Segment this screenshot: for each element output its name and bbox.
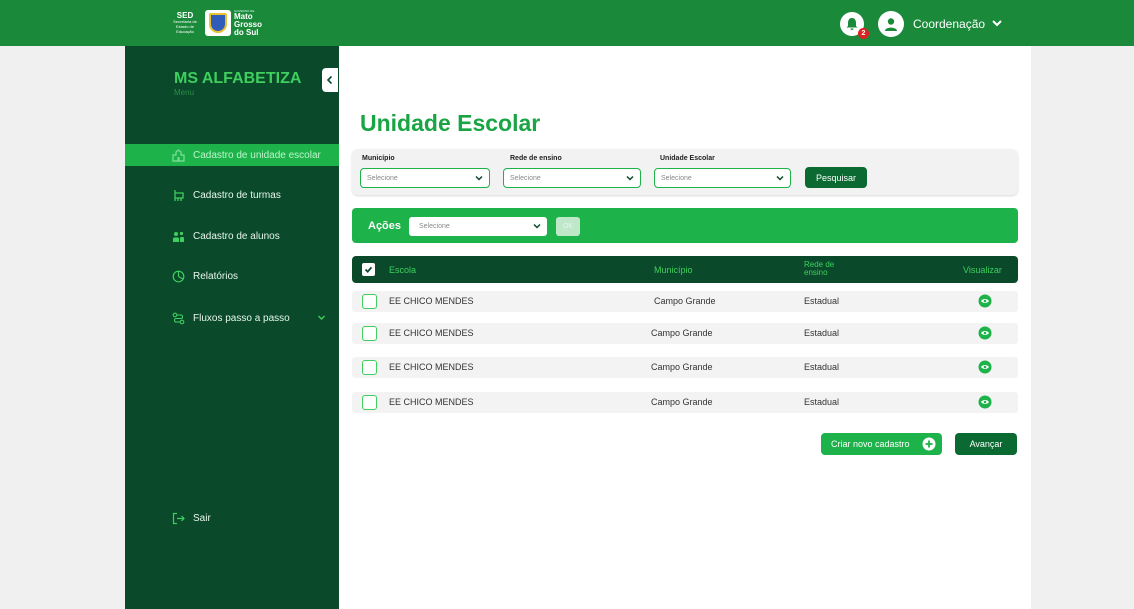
view-eye-icon[interactable] bbox=[978, 360, 992, 379]
government-logo[interactable]: SED Secretaria de Estado de Educação GOV… bbox=[168, 8, 278, 38]
cell-rede: Estadual bbox=[804, 397, 840, 407]
sidebar-item-label: Relatórios bbox=[193, 270, 239, 282]
ok-button[interactable]: OK bbox=[556, 217, 580, 236]
user-name[interactable]: Coordenação bbox=[913, 17, 985, 31]
sidebar-item-sair[interactable]: Sair bbox=[125, 507, 339, 529]
cell-municipio: Campo Grande bbox=[651, 397, 713, 407]
crest-icon bbox=[205, 10, 231, 36]
sidebar: MS ALFABETIZA Menu Cadastro de unidade e… bbox=[125, 46, 339, 609]
column-header-rede-line2: ensino bbox=[804, 268, 828, 277]
advance-button[interactable]: Avançar bbox=[955, 433, 1017, 455]
rede-label: Rede de ensino bbox=[510, 155, 562, 162]
actions-select[interactable]: Selecione bbox=[409, 217, 547, 236]
cell-rede: Estadual bbox=[804, 296, 840, 306]
create-new-label: Criar novo cadastro bbox=[831, 439, 910, 449]
table-row[interactable]: EE CHICO MENDES Campo Grande Estadual bbox=[352, 357, 1018, 378]
rede-select-value: Selecione bbox=[510, 174, 541, 182]
view-eye-icon[interactable] bbox=[978, 294, 992, 313]
ms-logo-text: Mato Grosso do Sul bbox=[234, 12, 263, 37]
sidebar-item-cadastro-alunos[interactable]: Cadastro de alunos bbox=[125, 225, 339, 247]
cell-municipio: Campo Grande bbox=[651, 328, 713, 338]
brand-subtitle: Menu bbox=[174, 88, 195, 97]
collapse-sidebar-button[interactable] bbox=[322, 68, 338, 92]
actions-label: Ações bbox=[368, 220, 402, 232]
flow-icon bbox=[171, 311, 185, 325]
students-icon bbox=[171, 229, 185, 243]
select-all-checkbox[interactable] bbox=[362, 263, 375, 276]
cell-escola: EE CHICO MENDES bbox=[389, 362, 474, 372]
chevron-down-icon bbox=[776, 174, 784, 184]
sed-logo: SED Secretaria de Estado de Educação bbox=[168, 11, 202, 35]
ms-logo: GOVERNO DE Mato Grosso do Sul bbox=[234, 9, 272, 37]
sidebar-item-label: Cadastro de unidade escolar bbox=[193, 149, 321, 161]
table-row[interactable]: EE CHICO MENDES Campo Grande Estadual bbox=[352, 291, 1018, 312]
column-header-rede: Rede de ensino bbox=[804, 261, 834, 277]
sed-logo-subtext: Secretaria de Estado de Educação bbox=[173, 19, 197, 34]
report-icon bbox=[171, 269, 185, 283]
cell-municipio: Campo Grande bbox=[651, 362, 713, 372]
actions-select-value: Selecione bbox=[419, 223, 450, 230]
sidebar-item-label: Cadastro de turmas bbox=[193, 189, 281, 201]
cell-escola: EE CHICO MENDES bbox=[389, 296, 474, 306]
view-eye-icon[interactable] bbox=[978, 326, 992, 345]
column-header-escola: Escola bbox=[389, 265, 417, 275]
sidebar-item-relatorios[interactable]: Relatórios bbox=[125, 265, 339, 287]
plus-circle-icon bbox=[922, 437, 936, 453]
cell-escola: EE CHICO MENDES bbox=[389, 328, 474, 338]
unidade-select[interactable]: Selecione bbox=[654, 168, 791, 188]
notification-count-badge: 2 bbox=[858, 28, 869, 39]
sidebar-item-fluxos[interactable]: Fluxos passo a passo bbox=[125, 307, 339, 329]
view-eye-icon[interactable] bbox=[978, 395, 992, 414]
municipio-label: Município bbox=[362, 155, 395, 162]
cell-rede: Estadual bbox=[804, 362, 840, 372]
create-new-button[interactable]: Criar novo cadastro bbox=[821, 433, 942, 455]
row-checkbox[interactable] bbox=[362, 395, 377, 410]
row-checkbox[interactable] bbox=[362, 360, 377, 375]
column-header-municipio: Município bbox=[654, 265, 693, 275]
chevron-down-icon bbox=[475, 174, 483, 184]
rede-select[interactable]: Selecione bbox=[503, 168, 641, 188]
brand-title: MS ALFABETIZA bbox=[174, 70, 302, 87]
school-icon bbox=[171, 148, 185, 162]
unidade-select-value: Selecione bbox=[661, 174, 692, 182]
sed-logo-text: SED bbox=[176, 11, 194, 20]
row-checkbox[interactable] bbox=[362, 294, 377, 309]
sidebar-item-label: Cadastro de alunos bbox=[193, 230, 280, 242]
chevron-down-icon[interactable] bbox=[317, 313, 326, 325]
table-row[interactable]: EE CHICO MENDES Campo Grande Estadual bbox=[352, 323, 1018, 344]
chevron-down-icon[interactable] bbox=[991, 16, 1003, 34]
municipio-select[interactable]: Selecione bbox=[360, 168, 490, 188]
chevron-down-icon bbox=[626, 174, 634, 184]
table-row[interactable]: EE CHICO MENDES Campo Grande Estadual bbox=[352, 392, 1018, 413]
row-checkbox[interactable] bbox=[362, 326, 377, 341]
unidade-label: Unidade Escolar bbox=[660, 155, 715, 162]
user-avatar-icon[interactable] bbox=[878, 11, 904, 37]
cell-rede: Estadual bbox=[804, 328, 840, 338]
cell-escola: EE CHICO MENDES bbox=[389, 397, 474, 407]
classroom-icon bbox=[171, 188, 185, 202]
sidebar-item-label: Sair bbox=[193, 512, 211, 524]
chevron-down-icon bbox=[533, 222, 541, 232]
search-button[interactable]: Pesquisar bbox=[805, 167, 867, 188]
column-header-visualizar: Visualizar bbox=[963, 265, 1002, 275]
municipio-select-value: Selecione bbox=[367, 174, 398, 182]
page-title: Unidade Escolar bbox=[360, 110, 541, 136]
logout-icon bbox=[171, 511, 185, 525]
sidebar-item-cadastro-turmas[interactable]: Cadastro de turmas bbox=[125, 184, 339, 206]
sidebar-item-label: Fluxos passo a passo bbox=[193, 312, 290, 324]
cell-municipio: Campo Grande bbox=[654, 296, 716, 306]
sidebar-item-cadastro-unidade[interactable]: Cadastro de unidade escolar bbox=[125, 144, 339, 166]
